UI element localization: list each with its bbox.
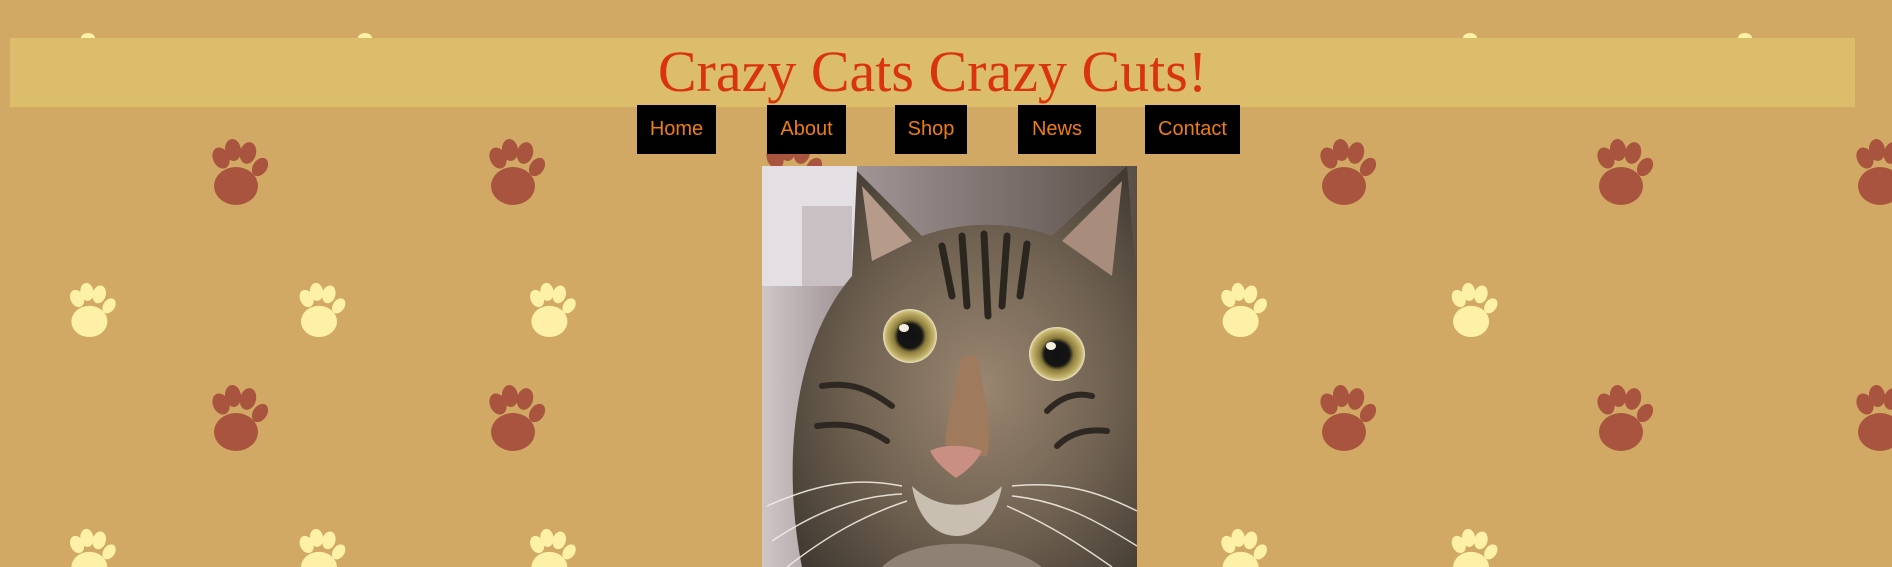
paw-print-icon (67, 528, 119, 567)
paw-print-icon (209, 383, 272, 451)
site-title: Crazy Cats Crazy Cuts! (657, 39, 1208, 104)
nav-news-link[interactable]: News (1018, 105, 1096, 154)
nav-shop-link[interactable]: Shop (895, 105, 967, 154)
cat-illustration (762, 166, 1137, 567)
paw-print-icon (296, 528, 349, 567)
paw-print-icon (527, 528, 579, 567)
main-nav: Home About Shop News Contact (0, 105, 1892, 155)
nav-about-link[interactable]: About (767, 105, 846, 154)
paw-print-icon (1218, 528, 1270, 567)
paw-print-icon (1449, 282, 1501, 338)
paw-print-icon (1594, 383, 1657, 451)
paw-print-icon (1853, 383, 1892, 451)
paw-print-icon (296, 282, 349, 338)
nav-contact-link[interactable]: Contact (1145, 105, 1240, 154)
tabby-cat-photo (762, 166, 1137, 567)
paw-print-icon (1449, 528, 1501, 567)
paw-print-icon (486, 383, 549, 451)
paw-print-icon (1317, 383, 1380, 451)
nav-home-link[interactable]: Home (637, 105, 716, 154)
paw-print-icon (67, 282, 119, 338)
paw-print-icon (1218, 282, 1270, 338)
paw-print-icon (527, 282, 579, 338)
header-banner: Crazy Cats Crazy Cuts! (10, 38, 1855, 107)
